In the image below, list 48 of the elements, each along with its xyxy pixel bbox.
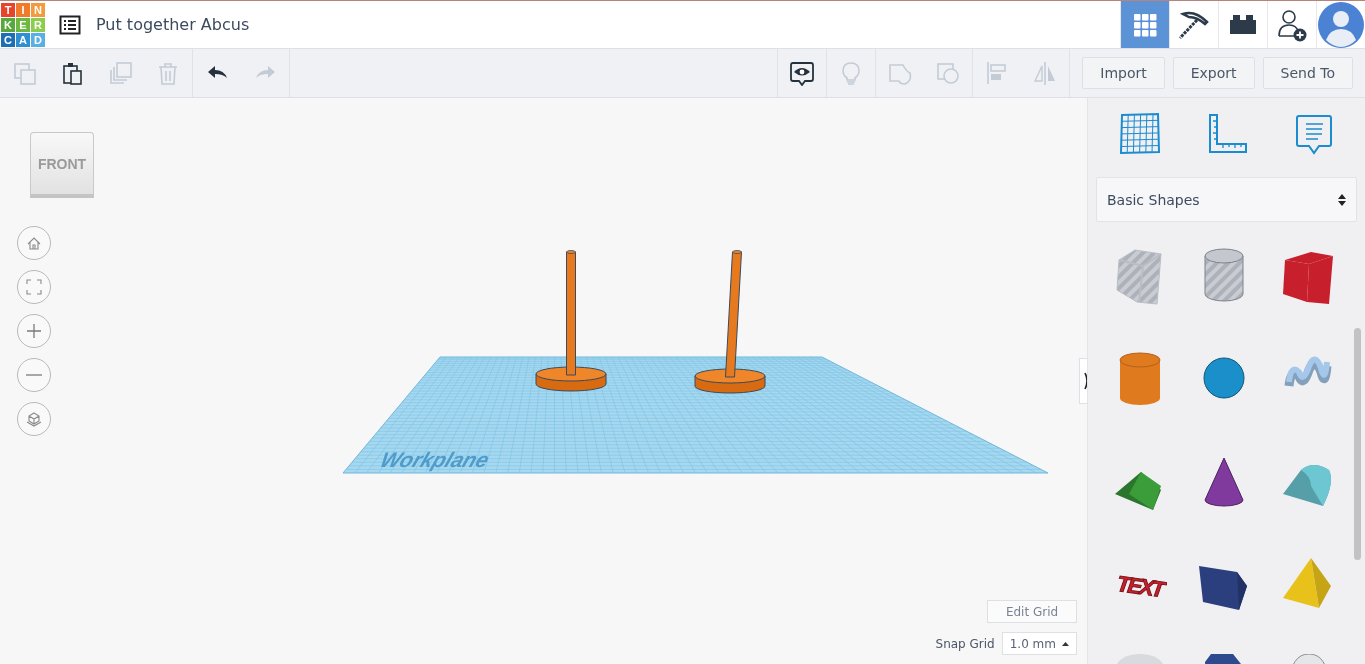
duplicate-icon xyxy=(108,60,132,86)
mirror-icon xyxy=(1033,60,1058,86)
logo-tile[interactable]: R xyxy=(31,17,45,32)
logo-tile[interactable]: E xyxy=(16,17,30,32)
minus-icon xyxy=(26,374,42,376)
workplane-grid-icon xyxy=(1117,112,1162,156)
logo-tile[interactable]: D xyxy=(31,32,45,47)
workplane-label: Workplane xyxy=(376,447,493,472)
snap-grid-label: Snap Grid xyxy=(935,636,995,651)
action-button[interactable]: Send To xyxy=(1262,57,1353,89)
design-title: Put together Abcus xyxy=(96,15,250,34)
caret-icon xyxy=(1062,641,1069,646)
home-button[interactable] xyxy=(17,226,51,260)
list-icon[interactable] xyxy=(59,13,81,36)
peg-drawing[interactable] xyxy=(694,250,766,394)
ungroup-icon xyxy=(936,60,961,86)
category-dropdown[interactable]: Basic Shapes xyxy=(1096,177,1357,222)
copy-icon xyxy=(12,60,36,86)
snap-grid-dropdown[interactable]: 1.0 mm xyxy=(1001,632,1077,655)
clipboard-icon xyxy=(60,60,84,86)
cube-icon xyxy=(26,411,42,427)
logo-tile[interactable]: K xyxy=(1,17,15,32)
text-shape-drawing[interactable]: TEXT xyxy=(1098,532,1182,634)
fit-view-button[interactable] xyxy=(17,270,51,304)
brick-icon xyxy=(1229,13,1257,36)
edit-grid-button[interactable]: Edit Grid xyxy=(987,600,1077,623)
logo-tile[interactable]: A xyxy=(16,32,30,47)
sort-arrows-icon xyxy=(1338,192,1346,207)
add-user-icon xyxy=(1277,7,1307,42)
scrollbar[interactable] xyxy=(1354,328,1361,560)
grid-icon xyxy=(1133,12,1157,37)
view-cube[interactable]: FRONT xyxy=(30,132,94,198)
plus-button[interactable] xyxy=(17,314,51,348)
action-button[interactable]: Import xyxy=(1082,57,1165,89)
logo-tile[interactable]: N xyxy=(31,2,45,17)
plus-icon xyxy=(26,323,42,339)
logo-tile[interactable]: C xyxy=(1,32,15,47)
action-button[interactable]: Export xyxy=(1172,57,1255,89)
peg-drawing[interactable] xyxy=(535,250,607,392)
home-icon xyxy=(27,236,41,250)
trash-icon xyxy=(156,60,180,86)
avatar-button[interactable] xyxy=(1316,1,1365,48)
fit-view-icon xyxy=(26,279,42,295)
logo-tile[interactable]: I xyxy=(16,2,30,17)
minus-button[interactable] xyxy=(17,358,51,392)
eye-note-icon xyxy=(790,60,815,86)
logo-tile[interactable]: T xyxy=(1,2,15,17)
cube-button[interactable] xyxy=(17,402,51,436)
